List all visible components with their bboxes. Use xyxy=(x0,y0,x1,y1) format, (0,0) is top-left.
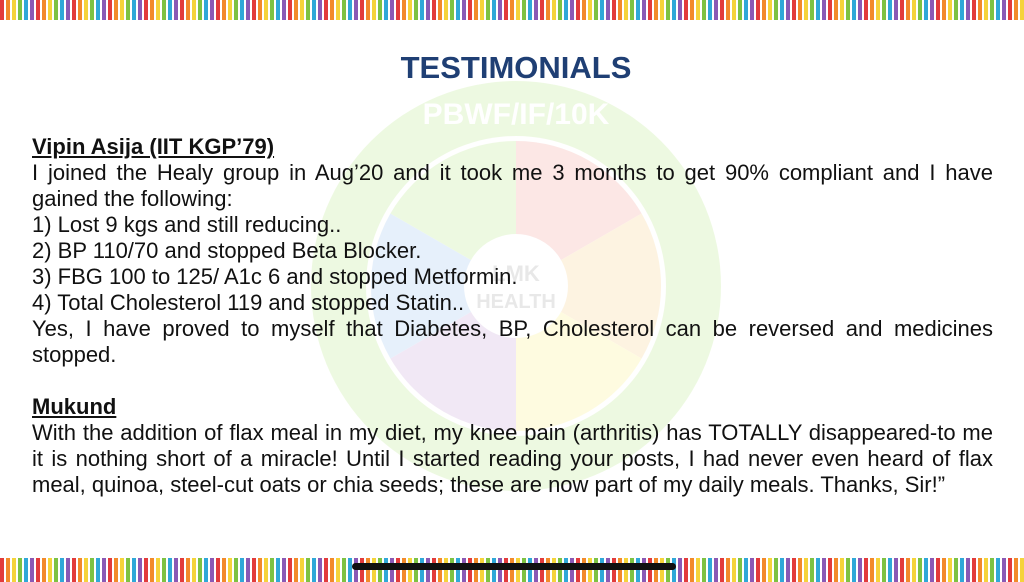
rainbow-stripe-bottom xyxy=(0,558,1024,582)
testimonial-point-2: 2) BP 110/70 and stopped Beta Blocker. xyxy=(32,238,422,263)
testimonial-point-3: 3) FBG 100 to 125/ A1c 6 and stopped Met… xyxy=(32,264,518,289)
home-indicator-bar[interactable] xyxy=(352,563,676,570)
rainbow-stripe-top xyxy=(0,0,1024,20)
testimonial-point-4: 4) Total Cholesterol 119 and stopped Sta… xyxy=(32,290,465,315)
testimonial-author-mukund: Mukund xyxy=(32,394,117,419)
page-title: TESTIMONIALS xyxy=(400,50,632,85)
testimonial-author-vipin: Vipin Asija (IIT KGP’79) xyxy=(32,134,275,159)
testimonial-point-1: 1) Lost 9 kgs and still reducing.. xyxy=(32,212,342,237)
testimonials-body: Vipin Asija (IIT KGP’79) I joined the He… xyxy=(32,134,993,498)
watermark-arc-text: PBWF/IF/10K xyxy=(423,98,610,131)
testimonial-body-mukund: With the addition of flax meal in my die… xyxy=(32,420,993,497)
testimonial-conclusion: Yes, I have proved to myself that Diabet… xyxy=(32,316,993,367)
testimonial-intro: I joined the Healy group in Aug’20 and i… xyxy=(32,160,993,211)
